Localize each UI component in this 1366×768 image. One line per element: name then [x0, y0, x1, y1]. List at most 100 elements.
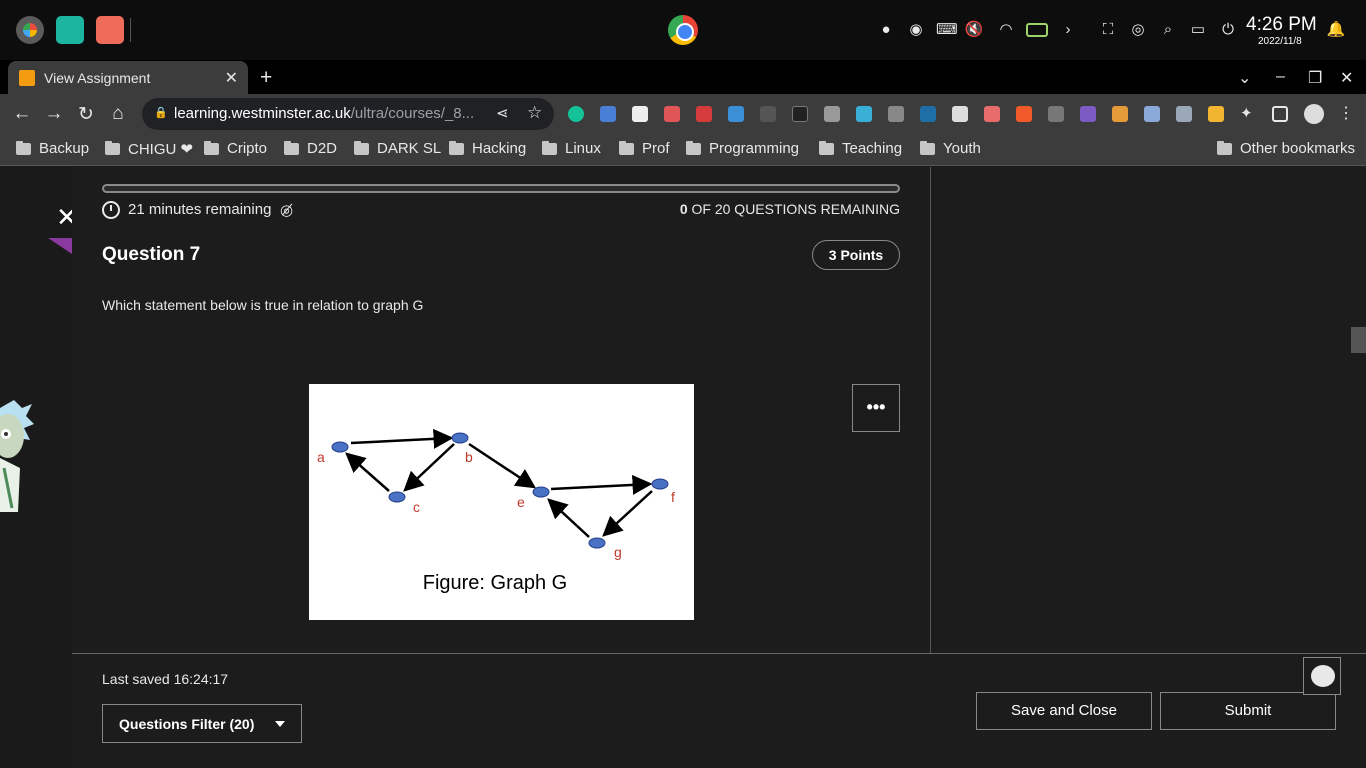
clock-time[interactable]: 4:26 PM	[1246, 14, 1317, 36]
back-icon[interactable]: ←	[10, 103, 34, 125]
bookmark-folder-cripto[interactable]: Cripto	[204, 140, 267, 157]
brush-ext-icon[interactable]	[952, 106, 968, 122]
keyboard-toggle-icon[interactable]: ▭	[1188, 20, 1208, 40]
graph-figure: a b c e f g Figure: Graph G	[309, 384, 694, 620]
question-title: Question 7	[102, 244, 201, 265]
pencil-favicon-icon	[19, 69, 35, 86]
notifications-icon[interactable]: 🔔	[1326, 20, 1346, 40]
chevron-right-icon[interactable]: ›	[1058, 20, 1078, 40]
bookmark-folder-teaching[interactable]: Teaching	[819, 140, 902, 157]
tab-view-assignment[interactable]: View Assignment ✕	[8, 61, 248, 94]
lock-icon[interactable]: 🔒	[154, 106, 168, 119]
battery-icon[interactable]	[1026, 23, 1048, 37]
points-badge: 3 Points	[812, 240, 900, 270]
glasses-ext-icon[interactable]	[1048, 106, 1064, 122]
folder-icon	[920, 140, 935, 155]
power-icon[interactable]: ⏻	[1218, 20, 1238, 40]
app-tray-icon[interactable]: ●	[876, 20, 896, 40]
node-label-b: b	[465, 449, 473, 465]
restore-icon[interactable]: ❐	[1308, 68, 1322, 88]
location-ext-icon[interactable]	[728, 106, 744, 122]
bookmark-folder-chigu[interactable]: CHIGU ❤	[105, 140, 193, 158]
node-a	[331, 441, 349, 453]
new-tab-button[interactable]: +	[260, 66, 272, 90]
chrome-icon[interactable]	[668, 15, 698, 45]
bookmark-folder-d2d[interactable]: D2D	[284, 140, 337, 157]
grammarly-ext-icon[interactable]	[568, 106, 584, 122]
satellite-ext-icon[interactable]	[888, 106, 904, 122]
address-bar[interactable]: 🔒 learning.westminster.ac.uk/ultra/cours…	[142, 98, 554, 130]
url-text[interactable]: learning.westminster.ac.uk/ultra/courses…	[174, 105, 474, 122]
bookmark-folder-other[interactable]: Other bookmarks	[1217, 140, 1355, 157]
bookmark-star-icon[interactable]: ☆	[527, 103, 542, 123]
reader-ext-icon[interactable]	[632, 106, 648, 122]
figure-caption: Figure: Graph G	[423, 572, 568, 594]
files-app-icon[interactable]	[96, 16, 124, 44]
reload-icon[interactable]: ↻	[74, 103, 98, 126]
bookmark-folder-dark-sl[interactable]: DARK SL	[354, 140, 441, 157]
bookmark-folder-backup[interactable]: Backup	[16, 140, 89, 157]
pen-ext-icon[interactable]	[1144, 106, 1160, 122]
bookmark-folder-prof[interactable]: Prof	[619, 140, 670, 157]
submit-button[interactable]: Submit	[1160, 692, 1336, 730]
home-icon[interactable]: ⌂	[106, 103, 130, 125]
bookmark-label: DARK SL	[377, 140, 442, 157]
side-panel-icon[interactable]	[1272, 106, 1288, 122]
keyboard-icon[interactable]: ⌨	[936, 20, 958, 40]
forward-icon[interactable]: →	[42, 103, 66, 125]
ext-badge-icon[interactable]	[664, 106, 680, 122]
gift-ext-icon[interactable]	[696, 106, 712, 122]
extensions-puzzle-icon[interactable]: ✦	[1240, 104, 1256, 122]
fox-ext-icon[interactable]	[1016, 106, 1032, 122]
more-options-button[interactable]: •••	[852, 384, 900, 432]
chat-button[interactable]	[1303, 657, 1341, 695]
bookmark-folder-hacking[interactable]: Hacking	[449, 140, 526, 157]
bookmark-label: Teaching	[842, 140, 903, 157]
cube-ext-icon[interactable]	[1080, 106, 1096, 122]
screenshot-icon[interactable]: ⛶	[1098, 20, 1118, 40]
cartoon-avatar-image	[0, 400, 34, 512]
folder-icon	[1217, 140, 1232, 155]
wifi-icon[interactable]: ◠	[996, 20, 1016, 40]
launcher-icon[interactable]	[16, 16, 44, 44]
chrome-tray-icon[interactable]: ◉	[906, 20, 926, 40]
tab-search-icon[interactable]: ⌄	[1238, 68, 1251, 88]
circles-ext-icon[interactable]	[1208, 106, 1224, 122]
folder-icon	[449, 140, 464, 155]
menu-kebab-icon[interactable]: ⋮	[1338, 103, 1354, 122]
scrollbar-thumb[interactable]	[1351, 327, 1366, 353]
hide-timer-icon[interactable]: ◎̸	[280, 201, 293, 219]
bookmark-folder-linux[interactable]: Linux	[542, 140, 601, 157]
node-label-a: a	[317, 449, 325, 465]
close-window-icon[interactable]: ✕	[1340, 68, 1353, 88]
heart-ext-icon[interactable]	[856, 106, 872, 122]
save-and-close-button[interactable]: Save and Close	[976, 692, 1152, 730]
node-label-e: e	[517, 494, 525, 510]
folder-icon	[284, 140, 299, 155]
mask-ext-icon[interactable]	[824, 106, 840, 122]
questions-filter-dropdown[interactable]: Questions Filter (20)	[102, 704, 302, 743]
edge-c-a	[345, 452, 390, 492]
translate-ext-icon[interactable]	[600, 106, 616, 122]
arrow-ext-icon[interactable]	[984, 106, 1000, 122]
hat-ext-icon[interactable]	[760, 106, 776, 122]
remaining-label: OF 20 QUESTIONS REMAINING	[691, 201, 900, 217]
h-ext-icon[interactable]	[792, 106, 808, 122]
edge-a-b	[350, 428, 454, 449]
wave-ext-icon[interactable]	[920, 106, 936, 122]
activity-icon[interactable]: ◎	[1128, 20, 1148, 40]
close-tab-icon[interactable]: ✕	[225, 68, 238, 88]
bookmark-folder-youth[interactable]: Youth	[920, 140, 981, 157]
minimize-icon[interactable]: –	[1276, 68, 1285, 86]
bookmark-folder-programming[interactable]: Programming	[686, 140, 799, 157]
search-icon[interactable]: ⌕	[1158, 20, 1178, 40]
node-label-g: g	[614, 544, 622, 560]
clock-date: 2022/11/8	[1258, 36, 1302, 47]
profile-avatar[interactable]	[1304, 104, 1324, 124]
node-c	[388, 491, 406, 503]
share-icon[interactable]: ⋖	[496, 104, 509, 122]
terminal-app-icon[interactable]	[56, 16, 84, 44]
off-ext-icon[interactable]	[1176, 106, 1192, 122]
volume-muted-icon[interactable]: 🔇	[964, 20, 984, 40]
mushroom-ext-icon[interactable]	[1112, 106, 1128, 122]
